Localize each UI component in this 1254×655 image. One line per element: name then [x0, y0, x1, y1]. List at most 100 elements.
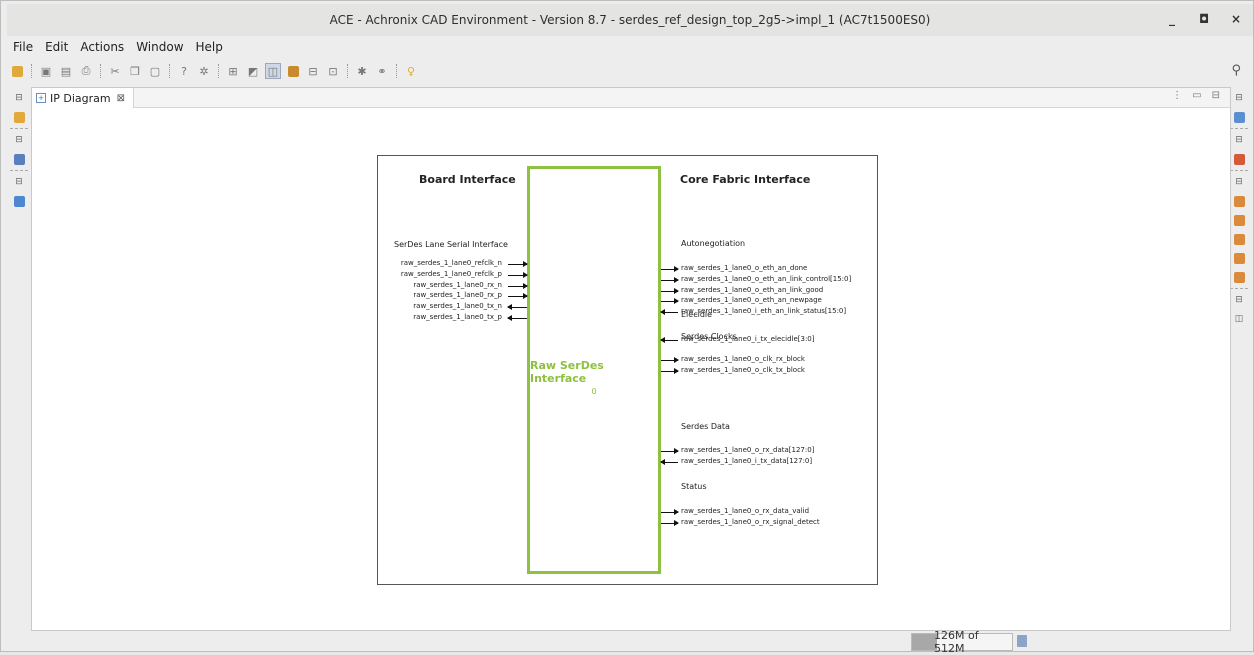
right-signal-arrow [661, 266, 679, 272]
report-view-icon[interactable] [1230, 269, 1248, 285]
separator [1230, 128, 1248, 129]
right-signal-arrow [661, 519, 679, 526]
settings-icon[interactable]: ✲ [196, 63, 212, 79]
right-signal-label: raw_serdes_1_lane0_o_clk_tx_block [681, 365, 805, 374]
right-signal-arrow [660, 458, 678, 465]
editor-tab-row: + IP Diagram ⊠ ⋮ ▭ ⊟ [32, 88, 1230, 108]
left-signal-arrow [508, 271, 528, 278]
flow-view-icon[interactable] [10, 151, 28, 167]
properties-view-icon[interactable] [1230, 151, 1248, 167]
menu-bar: File Edit Actions Window Help [7, 36, 229, 58]
close-tab-icon[interactable]: ⊠ [117, 93, 125, 104]
comment-icon[interactable]: ⊡ [325, 63, 341, 79]
paste-icon[interactable]: ▢ [147, 63, 163, 79]
menu-actions[interactable]: Actions [74, 40, 130, 54]
copy-icon[interactable]: ❐ [127, 63, 143, 79]
heap-status-text: 126M of 512M [934, 629, 979, 655]
restore-icon[interactable]: ⊟ [1230, 90, 1248, 106]
left-signal-arrow [507, 315, 527, 321]
left-signal-arrow [508, 261, 528, 267]
toolbar-separator [347, 64, 348, 78]
left-signal-label: raw_serdes_1_lane0_refclk_p [400, 269, 502, 278]
right-signal-label: raw_serdes_1_lane0_o_eth_an_newpage [681, 296, 822, 305]
toolbar-separator [169, 64, 170, 78]
restore-icon[interactable]: ⊟ [10, 132, 28, 148]
heap-status[interactable]: 126M of 512M [911, 629, 1013, 655]
console-view-icon[interactable] [10, 193, 28, 209]
ip-diagram-icon: + [36, 93, 46, 103]
minimize-view-icon[interactable]: ▭ [1192, 90, 1201, 101]
separator [10, 128, 28, 129]
right-signal-label: raw_serdes_1_lane0_o_clk_rx_block [681, 355, 805, 363]
left-signal-label: raw_serdes_1_lane0_tx_n [413, 302, 502, 311]
right-trim-stack: ⊟ ⊟ ⊟ ⊟ ◫ [1229, 87, 1249, 347]
toolbar-separator [218, 64, 219, 78]
layout-icon[interactable]: ⊞ [225, 63, 241, 79]
print-icon[interactable]: ⎙ [78, 63, 94, 79]
report-view-icon[interactable] [1230, 250, 1248, 266]
right-signal-label: raw_serdes_1_lane0_o_eth_an_link_good [681, 285, 824, 294]
right-signal-arrow [661, 509, 679, 515]
menu-help[interactable]: Help [190, 40, 229, 54]
window-title: ACE - Achronix CAD Environment - Version… [329, 13, 931, 27]
save-icon[interactable]: ▣ [38, 63, 54, 79]
right-signal-arrow [661, 448, 679, 454]
left-trim-stack: ⊟ ⊟ ⊟ [7, 87, 31, 647]
toolbar-separator [396, 64, 397, 78]
tree-icon[interactable]: ⊟ [305, 63, 321, 79]
separator [10, 170, 28, 171]
panel-view-icon[interactable]: ◫ [1230, 311, 1248, 327]
left-signal-label: raw_serdes_1_lane0_rx_p [413, 291, 502, 300]
cut-icon[interactable]: ✂ [107, 63, 123, 79]
right-signal-arrow [661, 298, 679, 305]
right-signal-label: raw_serdes_1_lane0_o_eth_an_link_control… [681, 274, 852, 283]
view-active-icon[interactable]: ◫ [265, 63, 281, 79]
right-section-title: Status [681, 482, 707, 491]
menu-file[interactable]: File [7, 40, 39, 54]
toolbar-separator [31, 64, 32, 78]
status-bar: 126M of 512M [7, 629, 1253, 655]
restore-icon[interactable]: ⊟ [1230, 174, 1248, 190]
minimize-button[interactable]: _ [1165, 12, 1179, 26]
ip-diagram: Board Interface Core Fabric Interface Ra… [377, 155, 878, 585]
right-signal-label: raw_serdes_1_lane0_o_rx_signal_detect [681, 517, 820, 526]
menu-window[interactable]: Window [130, 40, 189, 54]
garbage-collect-icon[interactable] [1017, 635, 1027, 647]
left-signal-arrow [508, 293, 528, 300]
report-view-icon[interactable] [1230, 231, 1248, 247]
grid-icon[interactable] [285, 63, 301, 79]
right-signal-arrow [660, 309, 678, 316]
link-icon[interactable]: ⚭ [374, 63, 390, 79]
tab-ip-diagram[interactable]: + IP Diagram ⊠ [32, 88, 134, 108]
restore-icon[interactable]: ⊟ [10, 90, 28, 106]
raw-serdes-core-block[interactable]: Raw SerDes Interface 0 [527, 166, 661, 574]
left-signal-label: raw_serdes_1_lane0_rx_n [413, 280, 502, 289]
right-signal-arrow [660, 337, 678, 343]
toolbar-separator [100, 64, 101, 78]
report-view-icon[interactable] [1230, 193, 1248, 209]
outline-view-icon[interactable] [1230, 109, 1248, 125]
view-menu-icon[interactable]: ⋮ [1172, 90, 1182, 101]
left-signal-label: raw_serdes_1_lane0_refclk_n [400, 259, 502, 267]
left-signal-label: raw_serdes_1_lane0_tx_p [413, 313, 502, 321]
restore-icon[interactable]: ⊟ [10, 174, 28, 190]
board-interface-header: Board Interface [419, 173, 516, 186]
project-view-icon[interactable] [10, 109, 28, 125]
restore-icon[interactable]: ⊟ [1230, 132, 1248, 148]
report-view-icon[interactable] [1230, 212, 1248, 228]
editor-area: + IP Diagram ⊠ ⋮ ▭ ⊟ Board Interface Cor… [31, 87, 1231, 631]
view-icon[interactable]: ◩ [245, 63, 261, 79]
help-icon[interactable]: ? [176, 63, 192, 79]
open-folder-icon[interactable] [9, 63, 25, 79]
right-section-title: Autonegotiation [681, 239, 746, 248]
search-icon[interactable]: ⚲ [1231, 63, 1241, 78]
save-all-icon[interactable]: ▤ [58, 63, 74, 79]
bug-icon[interactable]: ✱ [354, 63, 370, 79]
maximize-button[interactable]: ◘ [1197, 12, 1211, 26]
menu-edit[interactable]: Edit [39, 40, 74, 54]
maximize-view-icon[interactable]: ⊟ [1212, 90, 1220, 101]
right-section-title: Elecidle [681, 310, 713, 319]
tip-icon[interactable]: ♀ [403, 63, 419, 79]
restore-icon[interactable]: ⊟ [1230, 292, 1248, 308]
close-button[interactable]: × [1229, 12, 1243, 26]
